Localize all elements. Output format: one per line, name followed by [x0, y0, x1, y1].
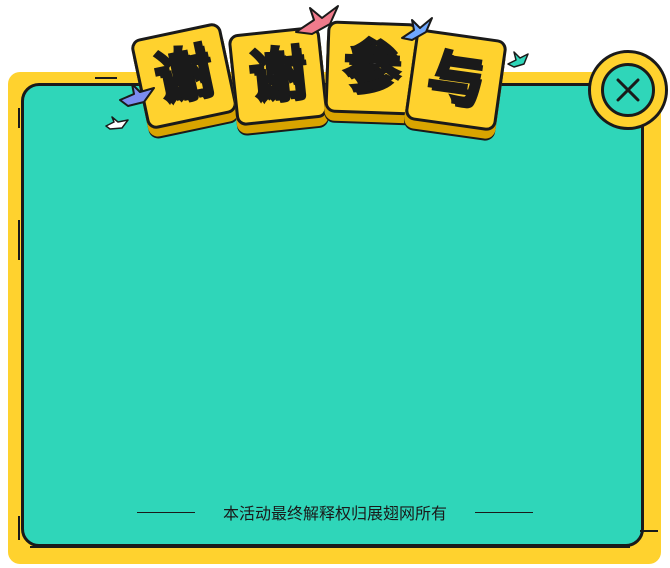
bird-icon — [401, 17, 433, 41]
bird-icon — [105, 116, 129, 130]
close-button[interactable] — [588, 50, 668, 130]
footer-copyright-text: 本活动最终解释权归展翅网所有 — [222, 504, 447, 523]
footer: 本活动最终解释权归展翅网所有 — [0, 498, 670, 526]
frame-sketch-mark — [30, 546, 630, 548]
frame-sketch-mark — [640, 530, 658, 532]
footer-divider-left — [136, 511, 195, 513]
bird-icon — [295, 5, 339, 35]
dialog-panel — [21, 83, 644, 547]
frame-sketch-mark — [95, 77, 117, 79]
title-tile-1: 谢 — [129, 21, 239, 131]
title-char: 与 — [422, 42, 490, 117]
bird-icon — [507, 51, 529, 68]
title-char: 参 — [341, 33, 402, 103]
title-char: 谢 — [148, 36, 219, 114]
bird-icon — [119, 83, 155, 107]
footer-divider-right — [475, 511, 533, 513]
close-icon — [616, 78, 640, 102]
close-button-inner — [601, 63, 655, 117]
frame-sketch-mark — [18, 108, 20, 128]
title-char: 谢 — [245, 39, 310, 112]
title-tile-2: 谢 — [227, 25, 329, 127]
frame-sketch-mark — [18, 220, 20, 260]
